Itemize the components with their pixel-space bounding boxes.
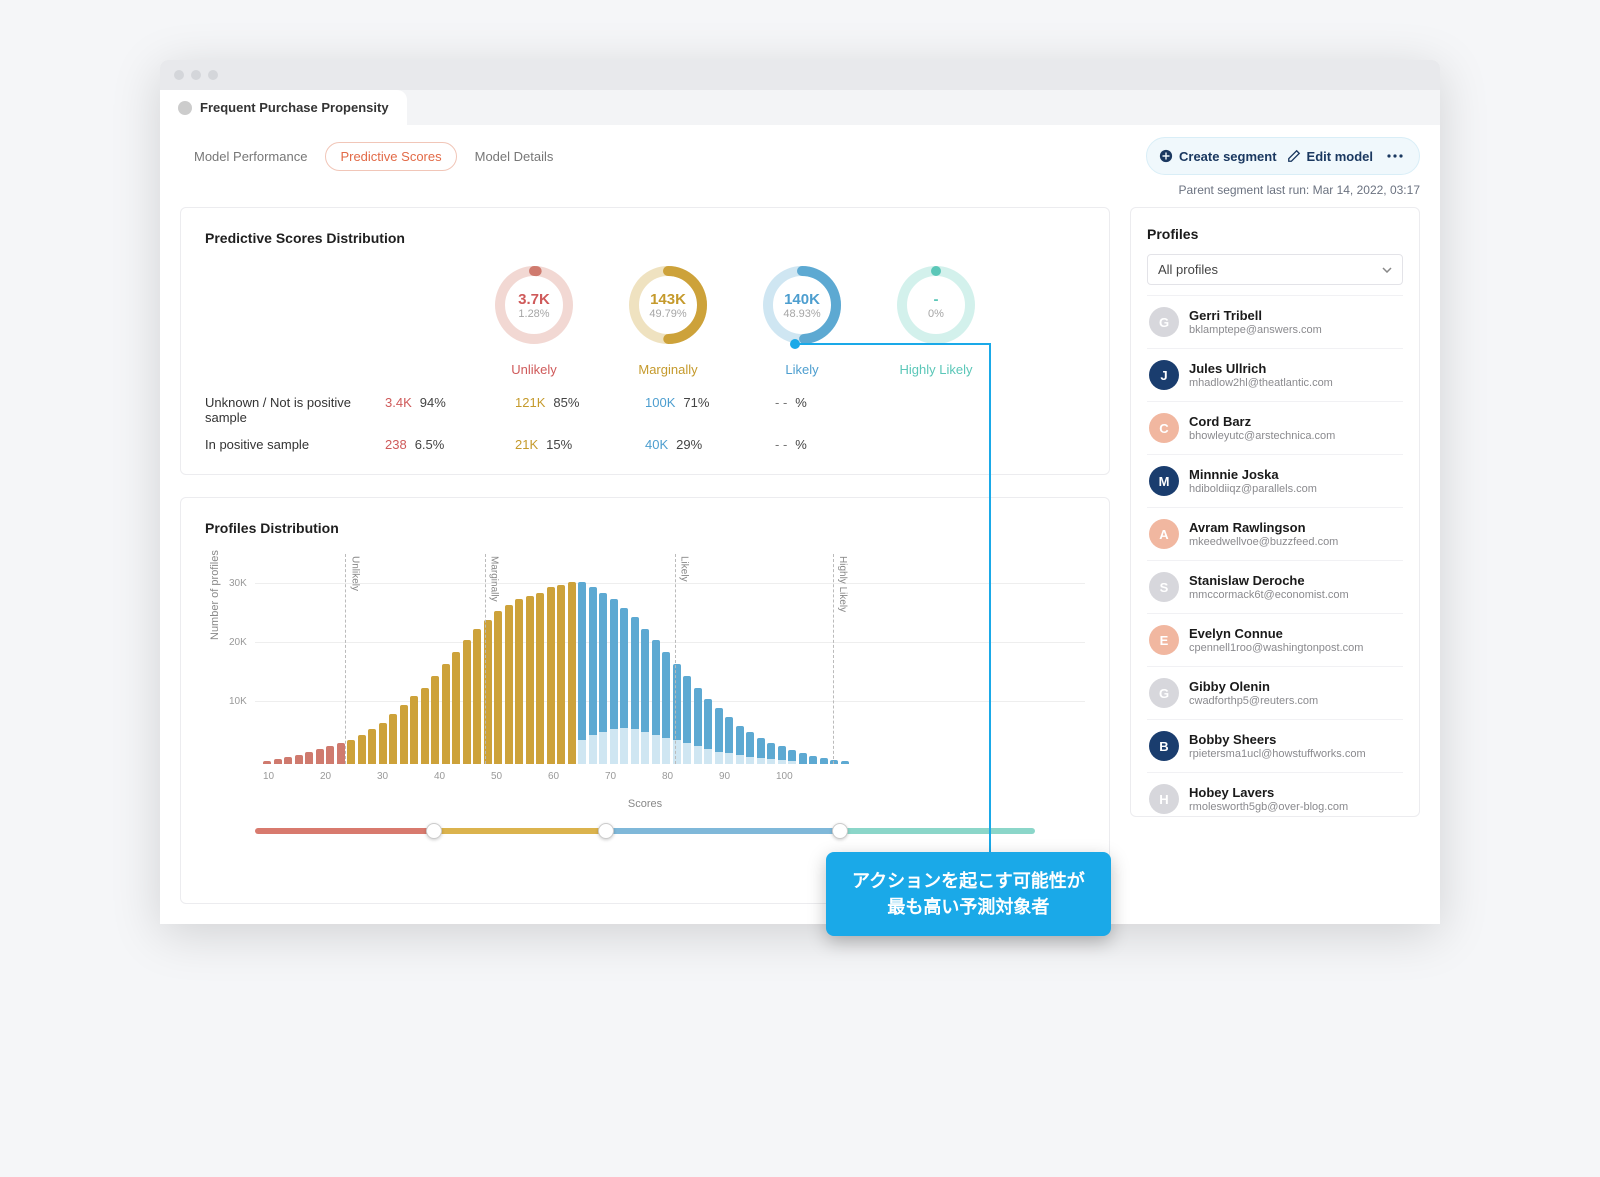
profile-name: Gerri Tribell bbox=[1189, 308, 1322, 324]
profile-row[interactable]: B Bobby Sheersrpietersma1ucl@howstuffwor… bbox=[1147, 720, 1403, 773]
avatar: A bbox=[1149, 519, 1179, 549]
profile-row[interactable]: H Hobey Laversrmolesworth5gb@over-blog.c… bbox=[1147, 773, 1403, 816]
chevron-down-icon bbox=[1382, 267, 1392, 273]
profile-name: Evelyn Connue bbox=[1189, 626, 1363, 642]
profile-name: Cord Barz bbox=[1189, 414, 1335, 430]
profile-row[interactable]: A Avram Rawlingsonmkeedwellvoe@buzzfeed.… bbox=[1147, 508, 1403, 561]
profiles-title: Profiles bbox=[1147, 226, 1403, 242]
profile-email: bklamptepe@answers.com bbox=[1189, 324, 1322, 336]
pencil-icon bbox=[1287, 149, 1301, 163]
profile-email: cwadforthp5@reuters.com bbox=[1189, 695, 1318, 707]
card-title: Predictive Scores Distribution bbox=[205, 230, 1085, 246]
segment-marginally: 143K49.79% Marginally bbox=[616, 264, 720, 377]
segment-last-run: Parent segment last run: Mar 14, 2022, 0… bbox=[160, 183, 1440, 207]
profile-name: Jules Ullrich bbox=[1189, 361, 1333, 377]
distribution-chart: Number of profiles 10K20K30KUnlikelyMarg… bbox=[255, 554, 1085, 794]
profile-name: Hobey Lavers bbox=[1189, 785, 1348, 801]
profile-name: Stanislaw Deroche bbox=[1189, 573, 1349, 589]
profiles-filter-select[interactable]: All profiles bbox=[1147, 254, 1403, 285]
avatar: C bbox=[1149, 413, 1179, 443]
profile-email: mmccormack6t@economist.com bbox=[1189, 589, 1349, 601]
browser-titlebar bbox=[160, 60, 1440, 90]
slider-handle-marginally[interactable] bbox=[598, 823, 614, 839]
profile-name: Avram Rawlingson bbox=[1189, 520, 1338, 536]
profile-email: cpennell1roo@washingtonpost.com bbox=[1189, 642, 1363, 654]
predictive-scores-distribution-card: Predictive Scores Distribution 3.7K1.28%… bbox=[180, 207, 1110, 475]
callout-tooltip: アクションを起こす可能性が 最も高い予測対象者 bbox=[826, 852, 1111, 936]
row-label-unknown: Unknown / Not is positive sample bbox=[205, 395, 385, 425]
profile-name: Bobby Sheers bbox=[1189, 732, 1366, 748]
row-label-positive: In positive sample bbox=[205, 437, 385, 452]
create-segment-button[interactable]: Create segment bbox=[1159, 149, 1277, 164]
dots-icon bbox=[1387, 154, 1403, 158]
profile-row[interactable]: G Gerri Tribellbklamptepe@answers.com bbox=[1147, 296, 1403, 349]
x-axis-label: Scores bbox=[205, 798, 1085, 810]
profile-email: hdiboldiiqz@parallels.com bbox=[1189, 483, 1317, 495]
edit-model-button[interactable]: Edit model bbox=[1287, 149, 1373, 164]
profile-row[interactable]: G Gibby Olenincwadforthp5@reuters.com bbox=[1147, 667, 1403, 720]
more-actions-button[interactable] bbox=[1383, 144, 1407, 168]
profile-row[interactable]: C Cord Barzbhowleyutc@arstechnica.com bbox=[1147, 402, 1403, 455]
tab-model-details[interactable]: Model Details bbox=[461, 143, 568, 170]
profiles-distribution-card: Profiles Distribution Number of profiles… bbox=[180, 497, 1110, 904]
avatar: J bbox=[1149, 360, 1179, 390]
profile-email: rmolesworth5gb@over-blog.com bbox=[1189, 801, 1348, 813]
segment-unlikely: 3.7K1.28% Unlikely bbox=[482, 264, 586, 377]
profile-email: mkeedwellvoe@buzzfeed.com bbox=[1189, 536, 1338, 548]
avatar: E bbox=[1149, 625, 1179, 655]
card-title: Profiles Distribution bbox=[205, 520, 1085, 536]
segment-highly-likely: -0% Highly Likely bbox=[884, 264, 988, 377]
profile-row[interactable]: S Stanislaw Derochemmccormack6t@economis… bbox=[1147, 561, 1403, 614]
slider-handle-unlikely[interactable] bbox=[426, 823, 442, 839]
segment-likely: 140K48.93% Likely bbox=[750, 264, 854, 377]
profile-row[interactable]: M Minnnie Joskahdiboldiiqz@parallels.com bbox=[1147, 455, 1403, 508]
y-axis-label: Number of profiles bbox=[209, 550, 221, 640]
avatar: H bbox=[1149, 784, 1179, 814]
app-tab[interactable]: Frequent Purchase Propensity bbox=[160, 90, 407, 125]
tab-predictive-scores[interactable]: Predictive Scores bbox=[325, 142, 456, 171]
app-tab-title: Frequent Purchase Propensity bbox=[200, 100, 389, 115]
avatar: G bbox=[1149, 307, 1179, 337]
profiles-panel: Profiles All profiles G Gerri Tribellbkl… bbox=[1130, 207, 1420, 817]
profile-email: bhowleyutc@arstechnica.com bbox=[1189, 430, 1335, 442]
profile-email: rpietersma1ucl@howstuffworks.com bbox=[1189, 748, 1366, 760]
avatar: B bbox=[1149, 731, 1179, 761]
plus-circle-icon bbox=[1159, 149, 1173, 163]
profile-email: mhadlow2hl@theatlantic.com bbox=[1189, 377, 1333, 389]
profile-row[interactable]: J Jules Ullrichmhadlow2hl@theatlantic.co… bbox=[1147, 349, 1403, 402]
profile-name: Minnnie Joska bbox=[1189, 467, 1317, 483]
app-icon bbox=[178, 101, 192, 115]
threshold-slider[interactable] bbox=[255, 828, 1035, 834]
avatar: M bbox=[1149, 466, 1179, 496]
profile-name: Gibby Olenin bbox=[1189, 679, 1318, 695]
profile-row[interactable]: E Evelyn Connuecpennell1roo@washingtonpo… bbox=[1147, 614, 1403, 667]
avatar: G bbox=[1149, 678, 1179, 708]
slider-handle-likely[interactable] bbox=[832, 823, 848, 839]
tab-model-performance[interactable]: Model Performance bbox=[180, 143, 321, 170]
avatar: S bbox=[1149, 572, 1179, 602]
